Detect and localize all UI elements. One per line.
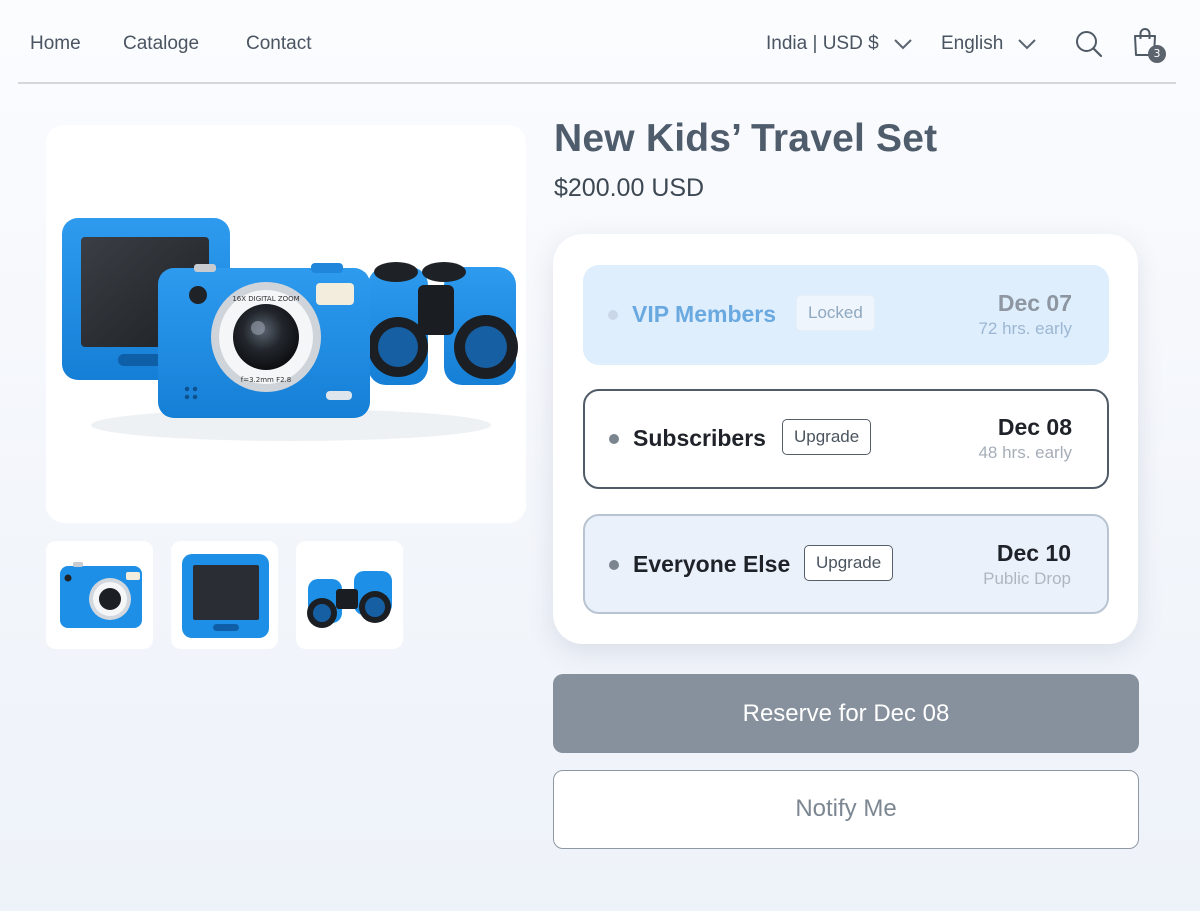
binoculars-shape — [368, 262, 518, 385]
search-button[interactable] — [1074, 29, 1104, 59]
product-title: New Kids’ Travel Set — [554, 117, 938, 160]
locked-badge: Locked — [796, 295, 875, 331]
upgrade-button[interactable]: Upgrade — [804, 545, 894, 581]
lens-text-top: 16X DIGITAL ZOOM — [232, 295, 299, 303]
lens-text-bottom: f=3.2mm F2.8 — [241, 376, 291, 384]
tier-date: Dec 10 — [996, 540, 1071, 566]
release-tiers-card: VIP Members Locked Dec 07 72 hrs. early … — [553, 234, 1138, 644]
thumbnail-camera[interactable] — [46, 541, 153, 649]
cart-button[interactable]: 3 — [1132, 27, 1168, 65]
chevron-down-icon — [893, 39, 912, 50]
region-selector[interactable]: India | USD $ — [766, 33, 913, 55]
thumbnail-tablet[interactable] — [171, 541, 278, 649]
thumbnail-binoculars[interactable] — [296, 541, 403, 649]
tier-note: 48 hrs. early — [978, 443, 1072, 462]
product-price: $200.00 USD — [554, 174, 705, 202]
nav-link-home[interactable]: Home — [30, 33, 81, 55]
region-label: India | USD $ — [766, 33, 879, 54]
tier-note: 72 hrs. early — [978, 319, 1072, 338]
reserve-button[interactable]: Reserve for Dec 08 — [553, 674, 1139, 753]
nav-link-cataloge[interactable]: Cataloge — [123, 33, 199, 55]
tier-subscribers[interactable]: Subscribers Upgrade Dec 08 48 hrs. early — [583, 389, 1109, 489]
tier-date: Dec 08 — [997, 414, 1072, 440]
tier-note: Public Drop — [983, 569, 1071, 588]
tier-status-dot — [609, 560, 619, 570]
binoculars-thumbnail-image — [307, 571, 392, 628]
language-label: English — [941, 33, 1004, 54]
tier-vip-members: VIP Members Locked Dec 07 72 hrs. early — [583, 265, 1109, 365]
tier-status-dot — [609, 434, 619, 444]
tier-everyone-else[interactable]: Everyone Else Upgrade Dec 10 Public Drop — [583, 514, 1109, 614]
cart-count-badge: 3 — [1148, 45, 1166, 63]
tablet-thumbnail-image — [182, 554, 269, 638]
tier-name: VIP Members — [632, 301, 777, 327]
tier-status-dot — [608, 310, 618, 320]
product-photo: 16X DIGITAL ZOOM f=3.2mm F2.8 — [62, 218, 518, 441]
tier-name: Everyone Else — [633, 551, 791, 577]
camera-shape: 16X DIGITAL ZOOM f=3.2mm F2.8 — [158, 263, 370, 418]
upgrade-button[interactable]: Upgrade — [782, 419, 872, 455]
tier-date: Dec 07 — [997, 290, 1072, 316]
main-product-image[interactable]: 16X DIGITAL ZOOM f=3.2mm F2.8 — [46, 125, 526, 523]
language-selector[interactable]: English — [941, 33, 1037, 55]
camera-thumbnail-image — [60, 562, 142, 628]
tier-name: Subscribers — [633, 425, 766, 451]
chevron-down-icon — [1018, 39, 1037, 50]
top-nav: Home Cataloge Contact India | USD $ Engl… — [18, 0, 1176, 84]
notify-me-button[interactable]: Notify Me — [553, 770, 1139, 849]
nav-link-contact[interactable]: Contact — [246, 33, 311, 55]
search-icon — [1076, 31, 1103, 58]
